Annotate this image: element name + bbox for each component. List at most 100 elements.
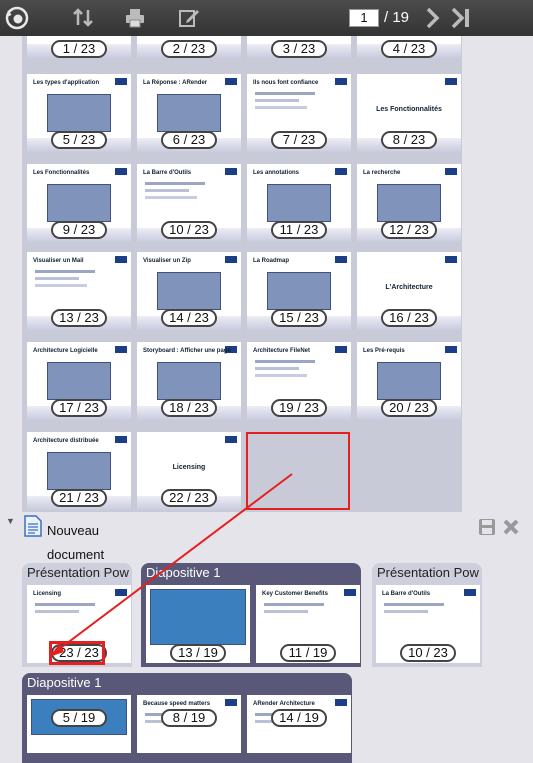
company-logo (115, 78, 127, 85)
company-logo (445, 168, 457, 175)
company-logo (344, 589, 356, 596)
text-line (35, 277, 79, 280)
page-label: 5 / 19 (51, 709, 107, 727)
slide-image (47, 94, 111, 132)
thumbnail-title: Architecture FileNet (253, 348, 311, 354)
page-label: 8 / 23 (381, 131, 437, 149)
page-label: 14 / 23 (161, 309, 217, 327)
page-label: 7 / 23 (271, 131, 327, 149)
company-logo (335, 699, 347, 706)
thumbnail-title: La Barre d'Outils (143, 170, 192, 176)
company-logo (335, 256, 347, 263)
sort-arrows-icon[interactable] (70, 5, 96, 31)
company-logo (445, 346, 457, 353)
page-label: 1 / 23 (51, 40, 107, 58)
text-line (384, 603, 444, 606)
collapse-arrow-icon[interactable]: ▼ (6, 516, 15, 526)
thumbnail-title: Key Customer Benefits (262, 591, 329, 597)
thumbnail-title: Architecture Logicielle (33, 348, 98, 354)
thumbnail-title: Les types d'application (33, 80, 100, 86)
company-logo (225, 256, 237, 263)
page-label: 15 / 23 (271, 309, 327, 327)
edit-icon[interactable] (176, 5, 202, 31)
company-logo (335, 346, 347, 353)
thumbnail-title: Architecture distribuée (33, 438, 99, 444)
page-label: 19 / 23 (271, 399, 327, 417)
text-line (255, 99, 299, 102)
group-header[interactable]: Présentation Pow (372, 563, 482, 583)
thumbnail-title: Ils nous font confiance (253, 80, 319, 86)
text-line (35, 270, 95, 273)
slide-image (377, 184, 441, 222)
thumbnail-title: Les Fonctionnalités (376, 106, 442, 113)
print-icon[interactable] (122, 5, 148, 31)
page-label: 4 / 23 (381, 40, 437, 58)
page-number-input[interactable]: 1 (349, 9, 379, 27)
last-page-icon[interactable] (448, 5, 474, 31)
company-logo (445, 78, 457, 85)
text-line (264, 603, 324, 606)
page-label: 13 / 23 (51, 309, 107, 327)
group-header[interactable]: Diapositive 1 (141, 563, 361, 583)
slide-image (47, 452, 111, 490)
page-label: 17 / 23 (51, 399, 107, 417)
company-logo (115, 168, 127, 175)
thumbnail-title: ARender Architecture (253, 701, 315, 707)
thumbnail-title: La Réponse : ARender (143, 80, 208, 86)
page-label: 11 / 23 (271, 221, 327, 239)
app-logo-icon[interactable] (4, 5, 30, 31)
text-line (35, 603, 95, 606)
document-icon (24, 515, 42, 537)
company-logo (225, 436, 237, 443)
selected-label-highlight (49, 641, 105, 665)
thumbnail-title: Because speed matters (143, 701, 211, 707)
thumbnail-title: Les annotations (253, 170, 300, 176)
page-label: 18 / 23 (161, 399, 217, 417)
page-label: 9 / 23 (51, 221, 107, 239)
group-header[interactable]: Diapositive 1 (22, 673, 352, 693)
slide-image (267, 272, 331, 310)
close-icon[interactable] (502, 518, 520, 536)
thumbnail-title: Visualiser un Mail (33, 258, 84, 264)
page-label: 2 / 23 (161, 40, 217, 58)
slide-image (157, 362, 221, 400)
company-logo (115, 256, 127, 263)
page-label: 16 / 23 (381, 309, 437, 327)
thumbnail-title: Licensing (172, 464, 206, 471)
text-line (35, 610, 79, 613)
company-logo (225, 168, 237, 175)
drop-target-highlight (246, 432, 350, 510)
document-row: ▼ Nouveau document (0, 512, 533, 562)
thumbnail-title: La Barre d'Outils (382, 591, 431, 597)
thumbnail-title: Les Fonctionnalités (33, 170, 90, 176)
thumbnail-title: La recherche (363, 170, 401, 176)
page-label: 14 / 19 (271, 709, 327, 727)
text-line (255, 360, 315, 363)
slide-image (157, 94, 221, 132)
page-label: 10 / 23 (161, 221, 217, 239)
page-label: 6 / 23 (161, 131, 217, 149)
page-label: 12 / 23 (381, 221, 437, 239)
page-label: 11 / 19 (280, 644, 336, 662)
thumbnail-title: Licensing (33, 591, 62, 597)
company-logo (115, 436, 127, 443)
toolbar: 1 / 19 (0, 0, 533, 36)
company-logo (464, 589, 476, 596)
slide-image (377, 362, 441, 400)
next-page-icon[interactable] (420, 5, 446, 31)
group-header[interactable]: Présentation Pow (22, 563, 132, 583)
page-label: 5 / 23 (51, 131, 107, 149)
text-line (255, 92, 315, 95)
text-line (264, 610, 308, 613)
save-icon[interactable] (478, 518, 496, 536)
text-line (255, 106, 307, 109)
page-total: / 19 (384, 9, 410, 26)
text-line (145, 196, 197, 199)
company-logo (335, 168, 347, 175)
document-name[interactable]: Nouveau document (47, 519, 127, 567)
page-label: 13 / 19 (170, 644, 226, 662)
slide-image (47, 362, 111, 400)
text-line (384, 610, 428, 613)
text-line (145, 189, 189, 192)
thumbnail-title: Storyboard : Afficher une page (143, 348, 231, 354)
